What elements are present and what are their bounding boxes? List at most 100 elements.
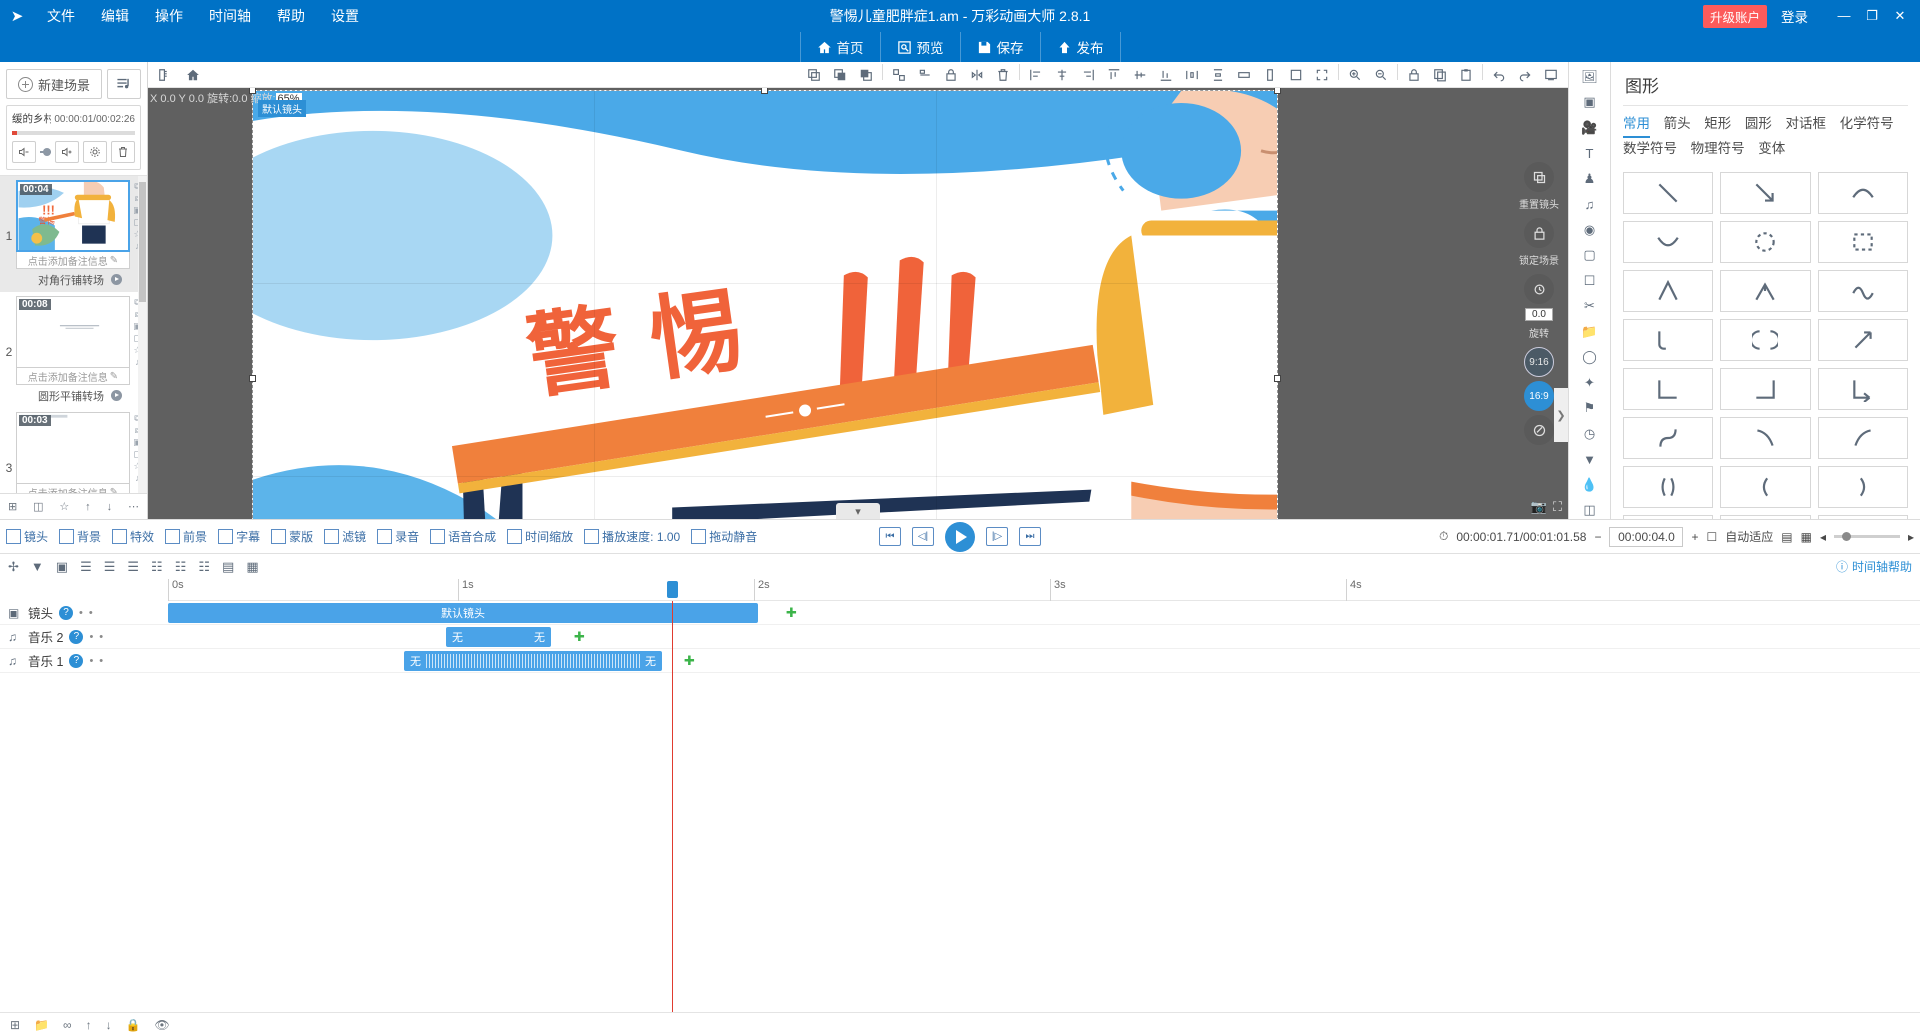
tl-align-left-icon[interactable]: ☰ [80, 559, 92, 575]
same-height-icon[interactable] [1257, 64, 1283, 86]
bottom-mask-button[interactable]: 蒙版 [271, 528, 313, 545]
shape-corner-right[interactable] [1623, 368, 1714, 410]
play-button[interactable] [945, 521, 975, 552]
publish-button[interactable]: 发布 [1039, 32, 1121, 62]
shape-category-variant[interactable]: 变体 [1758, 138, 1785, 160]
track-visibility-dot[interactable]: • [89, 631, 93, 643]
ruler-icon[interactable] [152, 64, 178, 86]
scene-list[interactable]: 1 00:04 !!! 警惕 [0, 175, 147, 493]
video-tool-icon[interactable]: ▣ [1577, 94, 1603, 112]
music-delete-button[interactable] [111, 141, 135, 163]
lock-scene-button[interactable] [1524, 218, 1554, 248]
shape-angle-arrow[interactable] [1720, 270, 1811, 312]
menu-item-file[interactable]: 文件 [34, 0, 88, 32]
align-right-icon[interactable] [1075, 64, 1101, 86]
sticker-tool-icon[interactable]: ◉ [1577, 221, 1603, 239]
lock-item-icon[interactable] [938, 64, 964, 86]
music-settings-button[interactable] [83, 141, 107, 163]
scene-note[interactable]: 点击添加备注信息 ✎ [16, 252, 130, 269]
send-backward-icon[interactable] [827, 64, 853, 86]
scene-star-icon[interactable]: ☆ [59, 500, 69, 513]
layers-tool-icon[interactable]: ◫ [1577, 502, 1603, 520]
new-scene-button[interactable]: 新建场景 [6, 69, 102, 99]
minimize-button[interactable]: — [1830, 0, 1858, 32]
align-bottom-icon[interactable] [1153, 64, 1179, 86]
track-body[interactable]: 无 无 ✚ [168, 625, 1920, 649]
track-up-icon[interactable]: ↑ [86, 1018, 92, 1032]
upgrade-account-button[interactable]: 升级账户 [1702, 4, 1767, 28]
canvas-stage[interactable]: X 0.0 Y 0.0 旋转:0.0 缩放: 65% 警 惕 默认镜头 重置镜头… [148, 88, 1568, 519]
preview-button[interactable]: 预览 [879, 32, 960, 62]
timeline-ruler[interactable]: 0s 1s 2s 3s 4s [168, 579, 1920, 601]
shape-double-arrow[interactable] [1817, 319, 1908, 361]
delete-item-icon[interactable] [990, 64, 1016, 86]
bring-front-icon[interactable] [853, 64, 879, 86]
auto-fit-checkbox[interactable]: ☐ [1706, 530, 1717, 544]
photo-tool-icon[interactable]: ▢ [1577, 247, 1603, 265]
settings-canvas-icon[interactable] [1538, 64, 1564, 86]
home-button[interactable]: 首页 [799, 32, 880, 62]
timeline-track-music1[interactable]: ♫ 音乐 1 ? • • 无 无 ✚ [0, 649, 1920, 673]
timeline-zoom-slider[interactable] [1833, 532, 1900, 541]
text-tool-icon[interactable]: T [1577, 145, 1603, 163]
ungroup-icon[interactable] [912, 64, 938, 86]
shape-category-dialog[interactable]: 对话框 [1786, 113, 1827, 135]
shape-category-chemistry[interactable]: 化学符号 [1840, 113, 1894, 135]
timeline-filter-icon[interactable]: ▼ [31, 559, 44, 574]
track-body[interactable]: 默认镜头 ✚ [168, 601, 1920, 625]
shape-category-physics[interactable]: 物理符号 [1691, 138, 1745, 160]
bottom-background-button[interactable]: 背景 [59, 528, 101, 545]
scene-thumbnail[interactable]: 00:08 [16, 296, 130, 368]
gallery-tool-icon[interactable]: ☐ [1577, 272, 1603, 290]
canvas-home-icon[interactable] [180, 64, 206, 86]
scene-note[interactable]: 点击添加备注信息 ✎ [16, 368, 130, 385]
track-folder-icon[interactable]: 📁 [34, 1018, 49, 1032]
flag-tool-icon[interactable]: ⚑ [1577, 400, 1603, 418]
shape-arc-curve[interactable] [1817, 172, 1908, 214]
music-progress-bar[interactable] [12, 131, 135, 135]
add-keyframe-icon[interactable]: ✚ [574, 629, 588, 644]
shape-category-arrow[interactable]: 箭头 [1664, 113, 1691, 135]
shape-curve-right[interactable] [1817, 417, 1908, 459]
panel-expand-arrow[interactable]: ❯ [1554, 388, 1568, 442]
track-lock-dot[interactable]: • [99, 655, 103, 667]
reset-camera-button[interactable] [1524, 162, 1554, 192]
distribute-h-icon[interactable] [1179, 64, 1205, 86]
scene-item-3[interactable]: 3 00:03 点击添加备注信息 ✎ [0, 408, 147, 493]
scene-thumbnail[interactable]: 00:04 !!! 警惕 [16, 180, 130, 252]
copy-canvas-icon[interactable] [1427, 64, 1453, 86]
paste-canvas-icon[interactable] [1453, 64, 1479, 86]
shape-arc-quarter[interactable] [1623, 319, 1714, 361]
align-top-icon[interactable] [1101, 64, 1127, 86]
pencil-icon[interactable]: ✎ [110, 255, 118, 266]
playhead-grip[interactable] [667, 581, 678, 598]
volume-up-button[interactable] [55, 141, 79, 163]
group-icon[interactable] [886, 64, 912, 86]
volume-slider[interactable] [40, 141, 51, 163]
tl-distribute-v-icon[interactable]: ▦ [246, 559, 258, 575]
zoom-plus-icon[interactable]: ▸ [1908, 530, 1914, 544]
timeline-help-link[interactable]: ⓘ 时间轴帮助 [1836, 558, 1912, 575]
zoom-out-icon[interactable] [1368, 64, 1394, 86]
track-header[interactable]: ♫ 音乐 2 ? • • [0, 627, 168, 646]
tl-align-bottom-icon[interactable]: ☷ [198, 559, 210, 575]
track-eye-icon[interactable]: 👁 [155, 1018, 170, 1032]
timeline-clip-camera[interactable]: 默认镜头 [168, 602, 758, 623]
restore-button[interactable]: ❐ [1858, 0, 1886, 32]
duration-field[interactable]: 00:00:04.0 [1609, 526, 1684, 547]
add-keyframe-icon[interactable]: ✚ [786, 605, 800, 620]
scene-transition[interactable]: 圆形平铺转场 [16, 385, 130, 408]
rotate-button[interactable] [1524, 274, 1554, 304]
scene-transition[interactable]: 对角行铺转场 [16, 269, 130, 292]
timeline-track-music2[interactable]: ♫ 音乐 2 ? • • 无 无 ✚ [0, 625, 1920, 649]
bottom-subtitle-button[interactable]: 字幕 [218, 528, 260, 545]
bottom-filter-button[interactable]: 滤镜 [324, 528, 366, 545]
track-down-icon[interactable]: ↓ [106, 1018, 112, 1032]
bottom-speed-button[interactable]: 播放速度: 1.00 [584, 528, 680, 545]
shape-bracket-left[interactable] [1720, 466, 1811, 508]
scene-thumbnail[interactable]: 00:03 [16, 412, 130, 484]
image-tool-icon[interactable]: 🖼 [1577, 68, 1603, 86]
undo-icon[interactable] [1486, 64, 1512, 86]
transition-play-icon[interactable] [111, 390, 123, 401]
align-middle-icon[interactable] [1127, 64, 1153, 86]
